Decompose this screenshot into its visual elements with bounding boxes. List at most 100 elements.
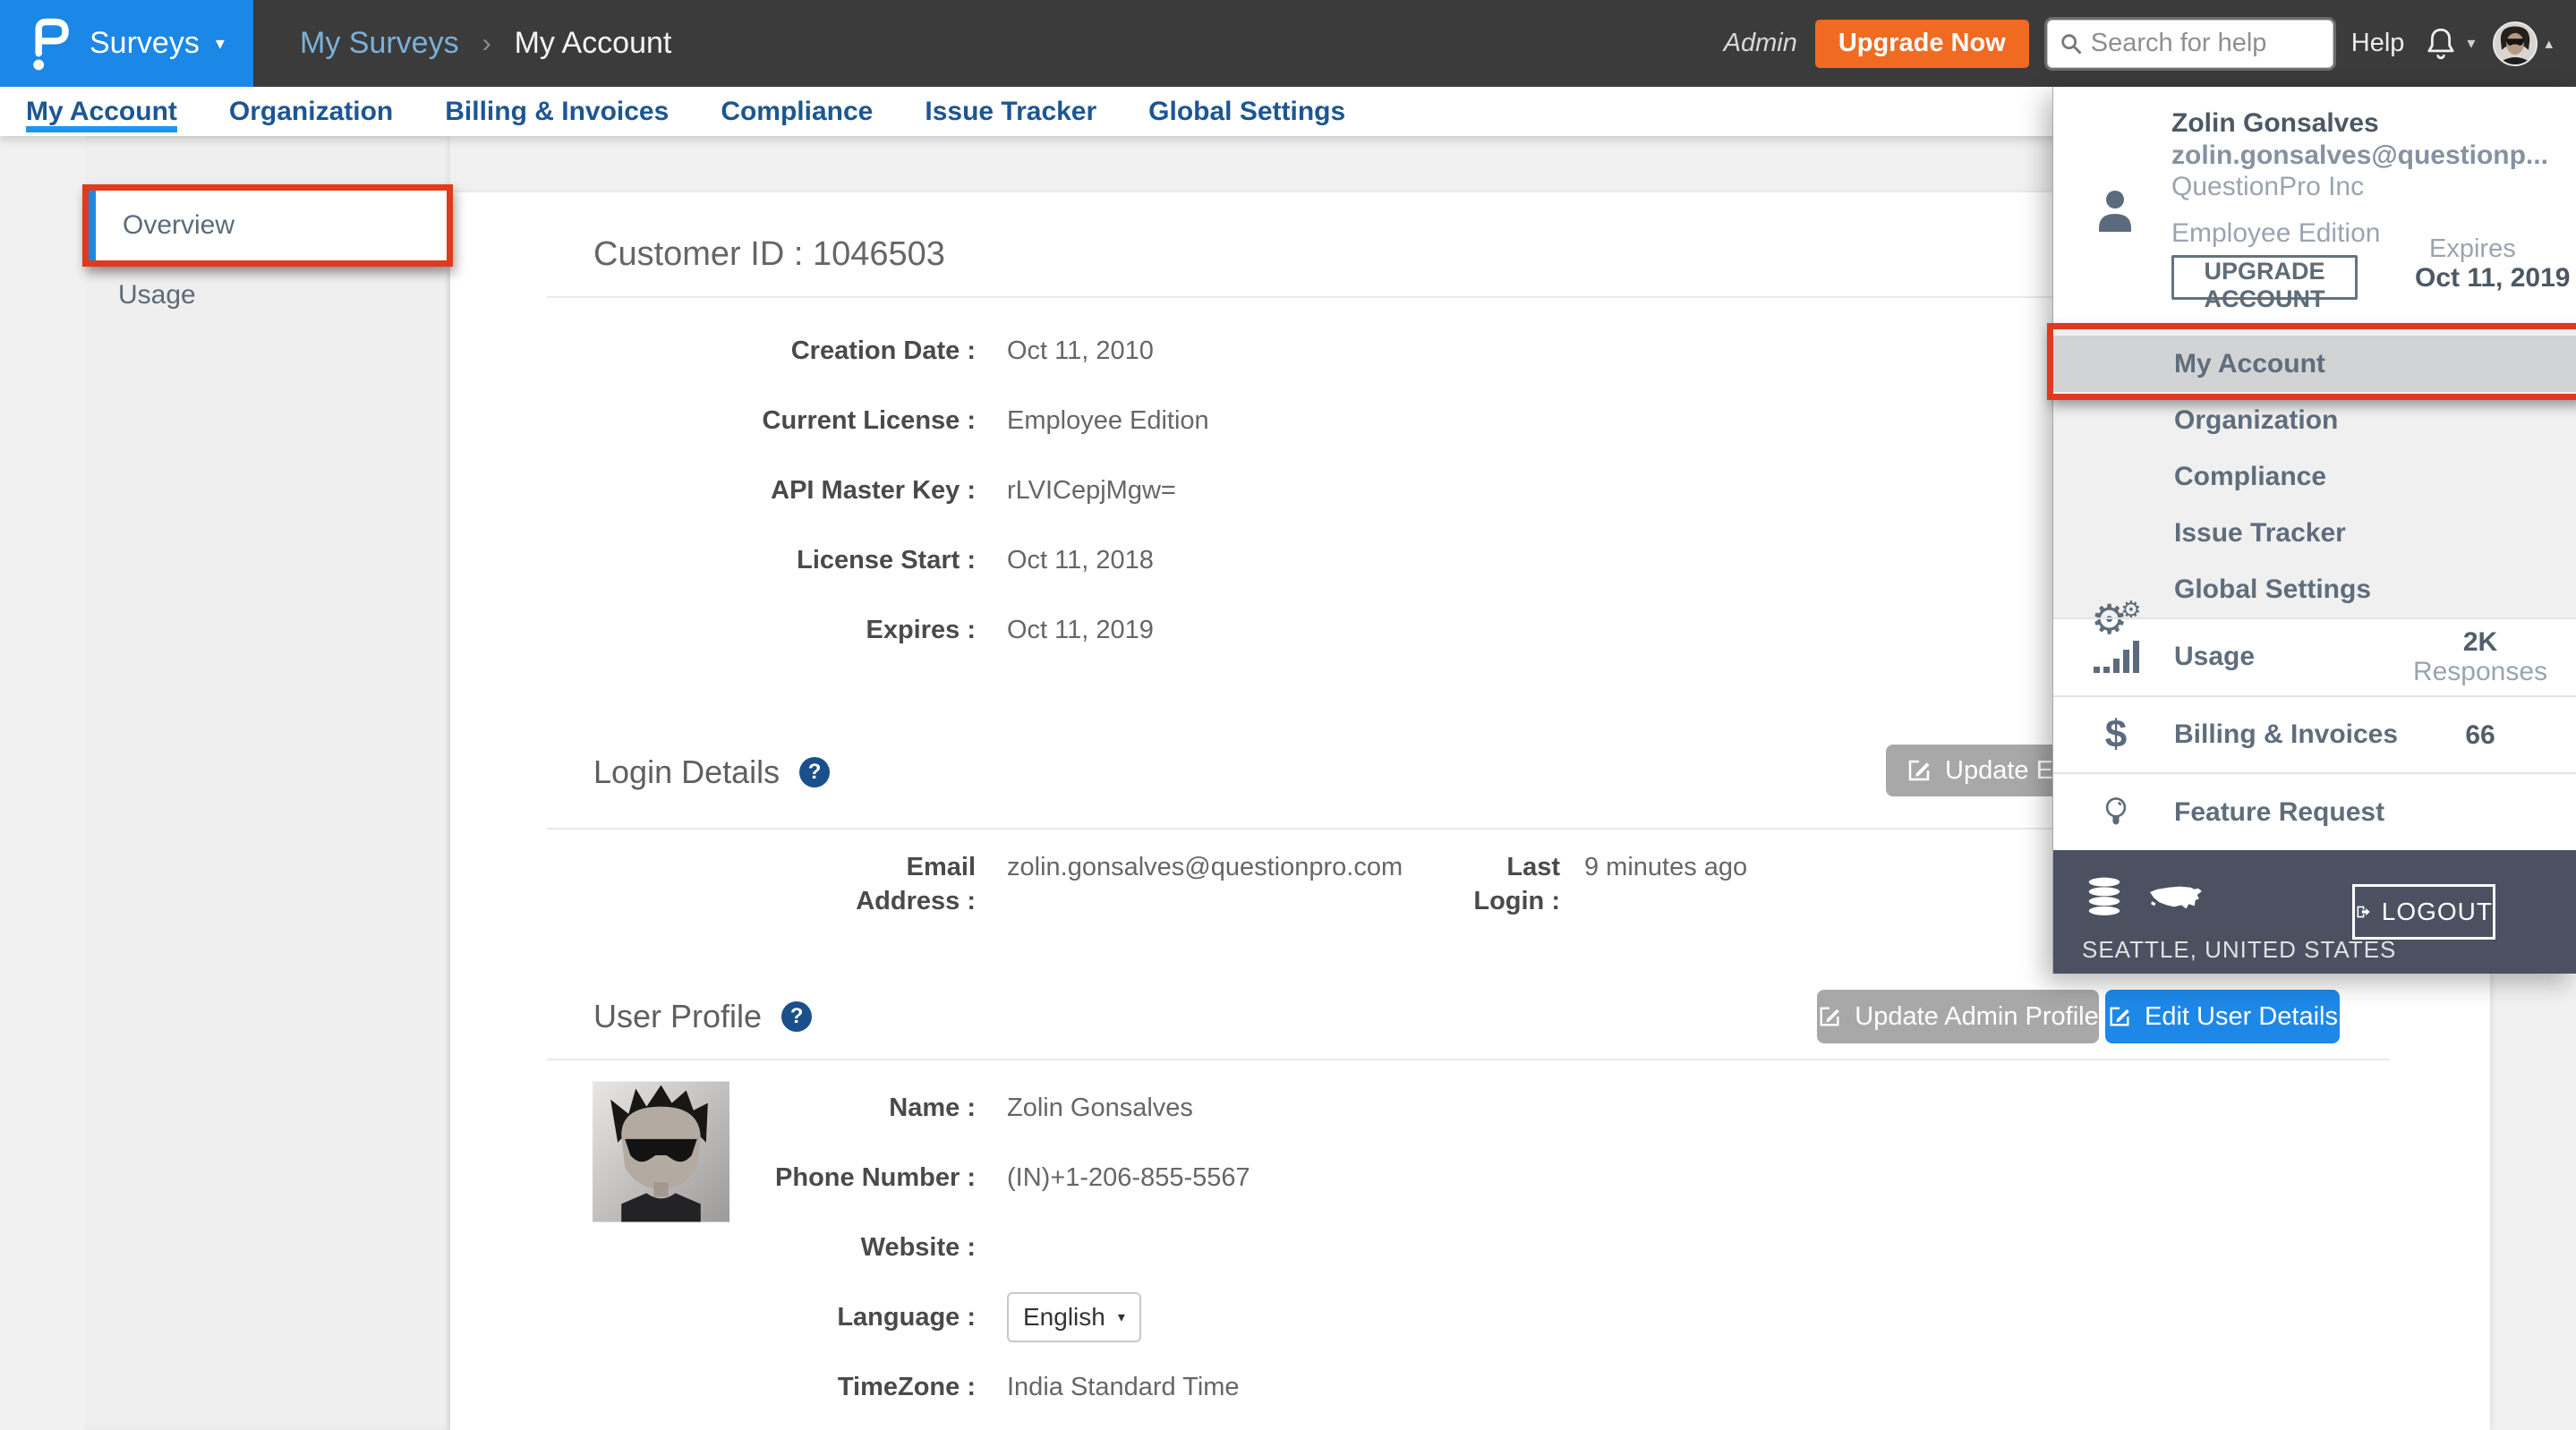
field-label: License Start : [450,546,976,575]
sidebar [85,136,450,1430]
email-label-wrap: Email Address : [450,850,976,918]
field-row: Name : Zolin Gonsalves [450,1073,2490,1143]
help-link[interactable]: Help [2351,29,2405,58]
logout-label: LOGOUT [2382,898,2493,926]
field-value: India Standard Time [1007,1373,1240,1402]
field-label: TimeZone : [450,1373,976,1402]
help-icon[interactable]: ? [781,1001,812,1032]
panel-menu-compliance[interactable]: Compliance [2053,448,2576,505]
bell-icon [2422,25,2460,63]
edit-user-details-button[interactable]: Edit User Details [2105,990,2340,1043]
panel-usage-row[interactable]: Usage 2K Responses [2053,617,2576,695]
notifications-menu[interactable]: ▾ [2422,25,2475,63]
billing-value: 66 [2404,720,2556,750]
field-value: rLVICepjMgw= [1007,476,1176,506]
expires-label: Expires [2429,234,2516,264]
email-label: Email Address : [846,850,976,918]
last-login-value: 9 minutes ago [1584,850,1747,884]
edit-user-details-label: Edit User Details [2145,1002,2338,1032]
last-login-label: Last Login : [1437,850,1560,918]
profile-fields: Name : Zolin Gonsalves Phone Number : (I… [450,1073,2490,1422]
search-icon [2059,31,2084,56]
field-value: Oct 11, 2018 [1007,546,1154,575]
email-value: zolin.gonsalves@questionpro.com [1007,850,1437,884]
language-selected-value: English [1023,1303,1105,1332]
field-value: Oct 11, 2010 [1007,336,1154,366]
server-location: SEATTLE, UNITED STATES [2082,936,2396,964]
field-label: Creation Date : [450,336,976,366]
avatar [2493,21,2538,66]
tab-compliance[interactable]: Compliance [721,87,873,136]
panel-user-license: Employee Edition [2171,218,2380,249]
upgrade-account-button[interactable]: UPGRADE ACCOUNT [2171,255,2358,300]
divider [547,1059,2390,1060]
edit-icon [2107,1004,2132,1029]
help-icon[interactable]: ? [799,757,830,787]
field-row: Website : [450,1213,2490,1282]
search-input[interactable] [2091,29,2322,58]
tab-issue-tracker[interactable]: Issue Tracker [925,87,1096,136]
field-label: Current License : [450,406,976,436]
logout-button[interactable]: LOGOUT [2352,884,2495,940]
expires-value: Oct 11, 2019 [2415,263,2570,294]
sidebar-item-usage[interactable]: Usage [85,268,450,322]
user-profile-title: User Profile [593,998,762,1035]
field-label: Language : [450,1303,976,1332]
field-value: (IN)+1-206-855-5567 [1007,1163,1250,1193]
last-login-label-wrap: Last Login : [1437,850,1560,918]
chevron-down-icon: ▾ [216,32,225,55]
account-menu-trigger[interactable]: ▴ [2493,21,2553,66]
panel-user-info: Zolin Gonsalves zolin.gonsalves@question… [2053,87,2576,327]
panel-user-company: QuestionPro Inc [2171,172,2364,202]
usage-unit: Responses [2404,657,2556,686]
feature-request-label: Feature Request [2174,797,2384,828]
tab-global-settings[interactable]: Global Settings [1148,87,1345,136]
chevron-down-icon: ▾ [1118,1308,1125,1326]
panel-menu-issue-tracker[interactable]: Issue Tracker [2053,505,2576,561]
update-admin-profile-button[interactable]: Update Admin Profile [1817,990,2099,1043]
database-icon [2084,875,2125,916]
field-label: API Master Key : [450,476,976,506]
field-row: Phone Number : (IN)+1-206-855-5567 [450,1143,2490,1213]
usage-label: Usage [2174,642,2255,672]
panel-user-email: zolin.gonsalves@questionp... [2171,140,2548,171]
usa-map-icon [2148,880,2204,912]
topbar-actions: Admin Upgrade Now Help ▾ [1724,20,2576,68]
edit-icon [1906,757,1932,784]
tab-organization[interactable]: Organization [229,87,393,136]
lightbulb-icon [2091,795,2141,830]
help-search-box[interactable] [2047,20,2333,68]
field-label: Website : [450,1233,976,1263]
product-switcher[interactable]: Surveys ▾ [0,0,253,87]
panel-feature-request-row[interactable]: Feature Request [2053,772,2576,850]
usage-value: 2K [2404,627,2556,657]
chevron-down-icon: ▾ [2467,34,2475,53]
tab-billing-invoices[interactable]: Billing & Invoices [445,87,669,136]
field-label: Expires : [450,616,976,645]
panel-billing-row[interactable]: $ Billing & Invoices 66 [2053,695,2576,773]
language-select[interactable]: English ▾ [1007,1292,1141,1342]
breadcrumb-current: My Account [515,26,672,61]
upgrade-now-button[interactable]: Upgrade Now [1815,20,2029,68]
logout-icon [2355,898,2371,925]
breadcrumb: My Surveys › My Account [300,26,671,61]
panel-menu-organization[interactable]: Organization [2053,392,2576,448]
tab-my-account[interactable]: My Account [26,87,177,136]
edit-icon [1817,1004,1842,1029]
field-row: TimeZone : India Standard Time [450,1352,2490,1422]
field-row: Language : English ▾ [450,1282,2490,1352]
panel-footer: SEATTLE, UNITED STATES LOGOUT [2053,850,2576,974]
sidebar-item-overview[interactable]: Overview [89,191,447,260]
panel-user-name: Zolin Gonsalves [2171,108,2379,139]
admin-label[interactable]: Admin [1724,29,1797,58]
breadcrumb-separator-icon: › [482,29,491,59]
chevron-up-icon: ▴ [2545,35,2553,53]
breadcrumb-my-surveys[interactable]: My Surveys [300,26,459,61]
panel-menu-my-account[interactable]: My Account [2053,336,2576,392]
update-admin-profile-label: Update Admin Profile [1855,1002,2098,1032]
panel-menu: My Account Organization Compliance Issue… [2053,327,2576,617]
profile-photo [593,1081,729,1222]
product-label: Surveys [90,26,200,61]
person-icon [2094,187,2137,234]
field-value: Oct 11, 2019 [1007,616,1154,645]
